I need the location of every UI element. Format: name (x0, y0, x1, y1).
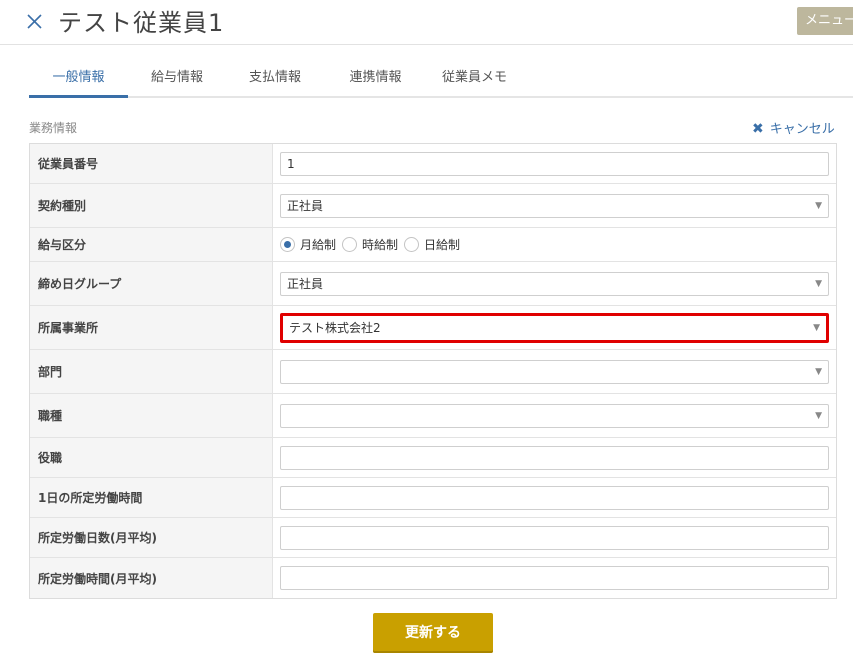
contract-type-select[interactable]: 正社員 ▼ (280, 193, 829, 218)
radio-unchecked-icon (342, 237, 358, 252)
field-label: 職種 (30, 394, 273, 437)
close-icon: ✖ (752, 121, 764, 137)
monthly-days-input[interactable] (280, 525, 829, 550)
section-label: 業務情報 (29, 121, 78, 135)
page-title: テスト従業員1 (58, 9, 225, 37)
dropdown-arrow-icon: ▼ (815, 366, 822, 377)
radio-hourly[interactable]: 時給制 (342, 236, 398, 253)
form-row-job-type: 職種 ▼ (30, 394, 836, 438)
form-row-daily-hours: 1日の所定労働時間 (30, 478, 836, 518)
dropdown-arrow-icon: ▼ (815, 200, 822, 211)
dropdown-arrow-icon: ▼ (815, 278, 822, 289)
form-row-monthly-hours: 所定労働時間(月平均) (30, 558, 836, 598)
tab-bar: 一般情報 給与情報 支払情報 連携情報 従業員メモ (29, 62, 853, 98)
business-info-form: 従業員番号 1 契約種別 正社員 ▼ 給与区分 月給制 時給制 日給制 締め日グル… (29, 143, 837, 599)
job-type-select[interactable]: ▼ (280, 403, 829, 428)
cancel-label: キャンセル (769, 122, 835, 137)
form-row-employee-number: 従業員番号 1 (30, 144, 836, 184)
radio-monthly[interactable]: 月給制 (280, 236, 336, 253)
field-label: 所定労働時間(月平均) (30, 558, 273, 598)
dropdown-arrow-icon: ▼ (813, 322, 820, 333)
select-value: 正社員 (287, 198, 324, 213)
tab-general-info[interactable]: 一般情報 (29, 62, 128, 98)
radio-label: 月給制 (300, 238, 337, 252)
department-select[interactable]: ▼ (280, 359, 829, 384)
field-label: 契約種別 (30, 184, 273, 227)
closing-group-select[interactable]: 正社員 ▼ (280, 271, 829, 296)
field-label: 給与区分 (30, 228, 273, 261)
radio-checked-icon (280, 237, 295, 252)
office-select[interactable]: テスト株式会社2 ▼ (280, 312, 829, 343)
tab-integration-info[interactable]: 連携情報 (324, 62, 427, 96)
tab-payment-info[interactable]: 支払情報 (226, 62, 324, 96)
field-label: 部門 (30, 350, 273, 393)
form-row-closing-group: 締め日グループ 正社員 ▼ (30, 262, 836, 306)
select-value: テスト株式会社2 (289, 320, 381, 335)
select-value: 正社員 (287, 276, 324, 291)
field-label: 所属事業所 (30, 306, 273, 349)
field-label: 従業員番号 (30, 144, 273, 183)
cancel-link[interactable]: ✖ キャンセル (752, 118, 835, 137)
field-label: 役職 (30, 438, 273, 477)
page-header: テスト従業員1 メニュー (0, 0, 853, 45)
field-label: 所定労働日数(月平均) (30, 518, 273, 557)
form-row-office: 所属事業所 テスト株式会社2 ▼ (30, 306, 836, 350)
form-row-contract-type: 契約種別 正社員 ▼ (30, 184, 836, 228)
close-icon[interactable] (22, 8, 48, 34)
daily-hours-input[interactable] (280, 485, 829, 510)
field-label: 1日の所定労働時間 (30, 478, 273, 517)
field-label: 締め日グループ (30, 262, 273, 305)
form-row-position: 役職 (30, 438, 836, 478)
dropdown-arrow-icon: ▼ (815, 410, 822, 421)
radio-unchecked-icon (404, 237, 420, 252)
tab-employee-memo[interactable]: 従業員メモ (427, 62, 522, 96)
radio-label: 時給制 (362, 238, 399, 252)
pay-type-radio-group: 月給制 時給制 日給制 (280, 236, 466, 253)
form-row-pay-type: 給与区分 月給制 時給制 日給制 (30, 228, 836, 262)
tab-salary-info[interactable]: 給与情報 (128, 62, 226, 96)
monthly-hours-input[interactable] (280, 566, 829, 590)
radio-daily[interactable]: 日給制 (404, 236, 460, 253)
form-row-department: 部門 ▼ (30, 350, 836, 394)
menu-button[interactable]: メニュー (797, 7, 853, 35)
position-input[interactable] (280, 445, 829, 470)
radio-label: 日給制 (424, 238, 461, 252)
employee-number-input[interactable]: 1 (280, 151, 829, 176)
update-button[interactable]: 更新する (373, 613, 493, 653)
form-row-monthly-days: 所定労働日数(月平均) (30, 518, 836, 558)
